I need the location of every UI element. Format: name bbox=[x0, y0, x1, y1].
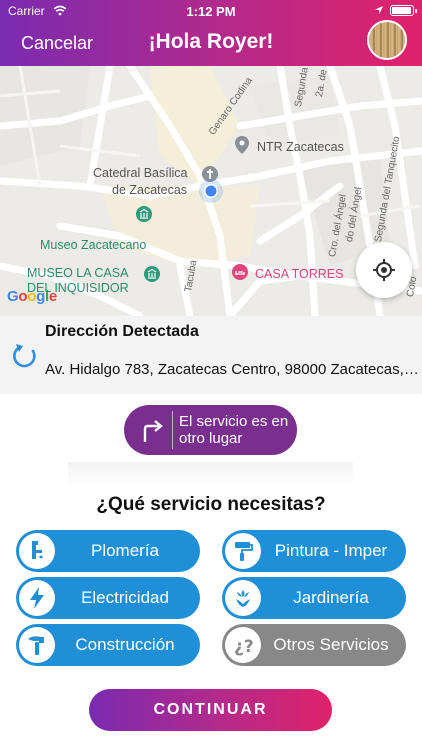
service-otros-button[interactable]: ¿? Otros Servicios bbox=[222, 624, 406, 666]
service-jardineria-button[interactable]: Jardinería bbox=[222, 577, 406, 619]
map-place-ntr[interactable]: NTR Zacatecas bbox=[257, 140, 344, 154]
header-bar: Carrier 1:12 PM Cancelar ¡Hola Royer! bbox=[0, 0, 422, 66]
address-title: Dirección Detectada bbox=[45, 323, 199, 340]
ntr-pin-icon[interactable] bbox=[235, 136, 249, 154]
location-arrow-icon bbox=[375, 6, 383, 14]
map-place-museo-zacatecano[interactable]: Museo Zacatecano bbox=[40, 238, 146, 252]
address-value: Av. Hidalgo 783, Zacatecas Centro, 98000… bbox=[45, 361, 422, 378]
service-elsewhere-label: El servicio es en otro lugar bbox=[179, 413, 289, 447]
svg-text:¿?: ¿? bbox=[234, 637, 254, 657]
service-label: Electricidad bbox=[81, 588, 169, 607]
hammer-icon bbox=[28, 636, 44, 655]
service-label: Plomería bbox=[90, 541, 160, 560]
map-place-museo-casa[interactable]: MUSEO LA CASA bbox=[27, 266, 128, 280]
section-divider bbox=[68, 462, 353, 486]
detected-address-panel: Dirección Detectada Av. Hidalgo 783, Zac… bbox=[0, 316, 422, 394]
continue-button[interactable]: CONTINUAR bbox=[89, 689, 332, 731]
my-location-button[interactable] bbox=[356, 242, 412, 298]
question-icon: ¿? bbox=[234, 637, 254, 657]
paint-roller-icon bbox=[235, 542, 253, 561]
turn-right-icon bbox=[143, 420, 163, 442]
crosshair-icon bbox=[373, 259, 395, 281]
service-label: Jardinería bbox=[293, 588, 369, 607]
avatar[interactable] bbox=[367, 20, 407, 60]
current-location-icon bbox=[199, 179, 223, 203]
service-elsewhere-button[interactable]: El servicio es en otro lugar bbox=[124, 405, 297, 455]
hotel-icon[interactable] bbox=[232, 264, 248, 280]
service-label: Construcción bbox=[75, 635, 175, 654]
service-construccion-button[interactable]: Construcción bbox=[16, 624, 200, 666]
lightning-icon bbox=[30, 587, 44, 609]
museum-icon[interactable] bbox=[144, 266, 160, 282]
clock: 1:12 PM bbox=[186, 4, 236, 19]
service-electricidad-button[interactable]: Electricidad bbox=[16, 577, 200, 619]
service-plomeria-button[interactable]: Plomería bbox=[16, 530, 200, 572]
map-place-casa-torres[interactable]: CASA TORRES bbox=[255, 267, 343, 281]
google-logo: Google bbox=[7, 288, 57, 305]
status-bar: Carrier 1:12 PM bbox=[0, 0, 422, 22]
service-label: Otros Servicios bbox=[273, 635, 389, 654]
page-title: ¡Hola Royer! bbox=[148, 30, 274, 53]
service-label: Pintura - Imper bbox=[274, 541, 388, 560]
button-divider bbox=[172, 411, 173, 449]
museum-icon[interactable] bbox=[136, 206, 152, 222]
services-heading: ¿Qué servicio necesitas? bbox=[96, 494, 326, 515]
refresh-icon[interactable] bbox=[12, 341, 38, 369]
map-place-catedral-line2[interactable]: de Zacatecas bbox=[112, 183, 187, 197]
service-pintura-button[interactable]: Pintura - Imper bbox=[222, 530, 406, 572]
flower-icon bbox=[236, 590, 250, 607]
map-view[interactable]: NTR Zacatecas Catedral Basílica de Zacat… bbox=[0, 66, 422, 316]
plumbing-icon bbox=[32, 541, 43, 559]
battery-icon bbox=[390, 5, 417, 16]
map-place-catedral[interactable]: Catedral Basílica bbox=[93, 166, 188, 180]
